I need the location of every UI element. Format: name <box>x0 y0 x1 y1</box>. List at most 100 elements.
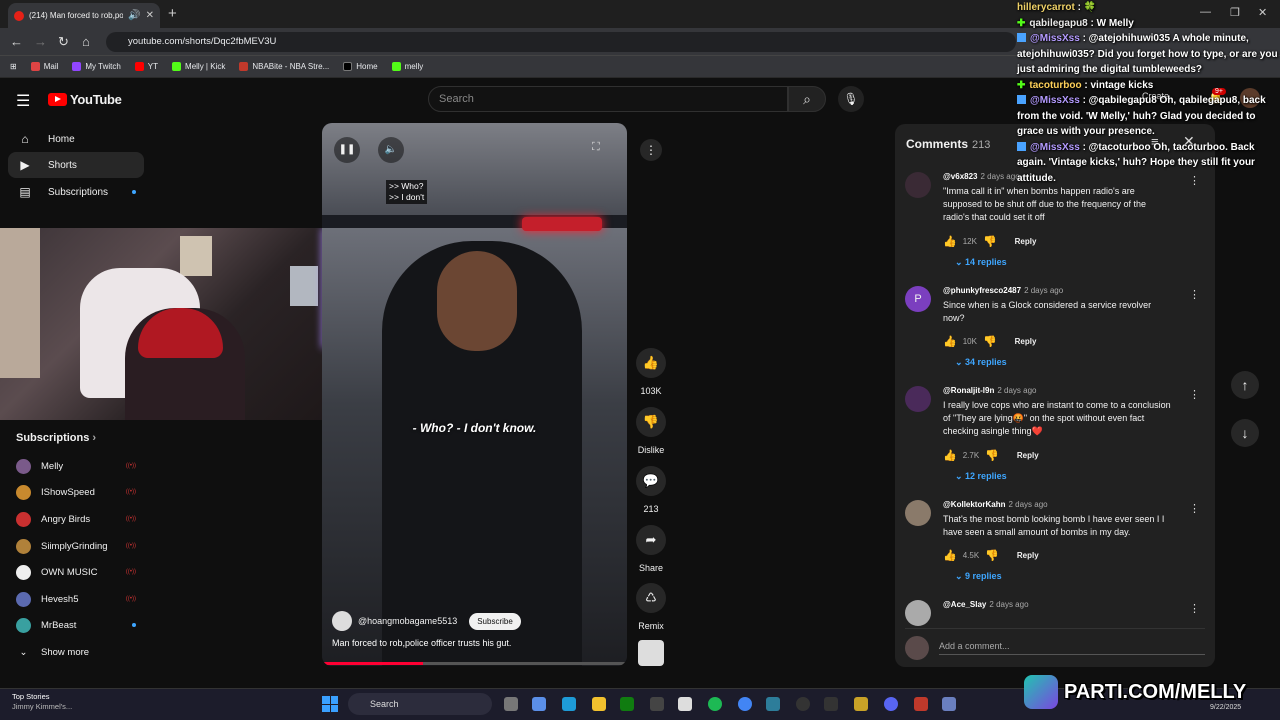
like-icon[interactable]: 👍 <box>943 335 957 348</box>
app-icon[interactable] <box>914 697 928 711</box>
previous-short-button[interactable]: ↑ <box>1231 371 1259 399</box>
bookmark-twitch[interactable]: My Twitch <box>72 62 121 71</box>
comment-author[interactable]: @Ace_Slay <box>943 600 986 609</box>
dislike-icon[interactable]: 👎 <box>983 335 997 348</box>
sidebar-sub-siimplygrinding[interactable]: SiimplyGrinding ((•)) <box>16 535 136 557</box>
dislike-icon[interactable]: 👎 <box>985 449 999 462</box>
reply-button[interactable]: Reply <box>1015 237 1037 246</box>
sound-thumbnail[interactable] <box>638 640 664 666</box>
short-video-player[interactable]: >> Who? >> I don't - Who? - I don't know.… <box>322 123 627 666</box>
obs-icon[interactable] <box>650 697 664 711</box>
share-button[interactable]: ➦ Share <box>636 525 666 573</box>
menu-icon[interactable]: ☰ <box>16 91 30 111</box>
windows-start-icon[interactable] <box>322 696 338 712</box>
terminal-icon[interactable] <box>824 697 838 711</box>
comment-author[interactable]: @Ronaljit-l9n <box>943 386 994 395</box>
home-icon[interactable]: ⌂ <box>82 34 90 49</box>
more-options-icon[interactable]: ⋮ <box>640 139 662 161</box>
avatar[interactable]: P <box>905 286 931 312</box>
file-explorer-icon[interactable] <box>592 697 606 711</box>
comment-author[interactable]: @KollektorKahn <box>943 500 1005 509</box>
bookmark-yt[interactable]: YT <box>134 62 158 71</box>
url-field[interactable]: youtube.com/shorts/Dqc2fbMEV3U <box>106 32 1016 52</box>
copilot-icon[interactable] <box>532 697 546 711</box>
new-tab-icon[interactable]: + <box>168 5 177 22</box>
sidebar-item-home[interactable]: ⌂ Home <box>8 126 144 152</box>
next-short-button[interactable]: ↓ <box>1231 419 1259 447</box>
like-icon[interactable]: 👍 <box>943 549 957 562</box>
youtube-logo[interactable]: YouTube <box>48 92 122 107</box>
avatar[interactable] <box>905 172 931 198</box>
store-icon[interactable] <box>678 697 692 711</box>
fullscreen-icon[interactable]: ⛶ <box>592 141 600 154</box>
volume-icon[interactable]: 🔈 <box>378 137 404 163</box>
sidebar-item-shorts[interactable]: ▶ Shorts <box>8 152 144 178</box>
reply-button[interactable]: Reply <box>1015 337 1037 346</box>
back-icon[interactable]: ← <box>10 34 23 49</box>
task-view-icon[interactable] <box>504 697 518 711</box>
apps-icon[interactable]: ⊞ <box>10 62 17 71</box>
edge-icon[interactable] <box>562 697 576 711</box>
comment-author[interactable]: @phunkyfresco2487 <box>943 286 1021 295</box>
comment-button[interactable]: 💬 213 <box>636 466 666 514</box>
settings-icon[interactable] <box>942 697 956 711</box>
chrome-icon[interactable] <box>738 697 752 711</box>
show-more-button[interactable]: ⌄ Show more <box>16 641 136 663</box>
app-icon[interactable] <box>854 697 868 711</box>
sidebar-sub-melly[interactable]: Melly ((•)) <box>16 455 136 477</box>
sidebar-sub-hevesh5[interactable]: Hevesh5 ((•)) <box>16 588 136 610</box>
replies-toggle[interactable]: ⌄ 14 replies <box>955 257 1007 268</box>
more-options-icon[interactable]: ⋮ <box>1189 388 1200 401</box>
bookmark-mail[interactable]: Mail <box>30 62 58 71</box>
sidebar-sub-mrbeast[interactable]: MrBeast <box>16 614 136 636</box>
bookmark-home[interactable]: Home <box>343 62 378 71</box>
discord-icon[interactable] <box>884 697 898 711</box>
search-input[interactable]: Search <box>428 86 788 112</box>
app-icon[interactable] <box>766 697 780 711</box>
add-comment-input[interactable]: Add a comment... <box>939 641 1205 655</box>
dislike-icon[interactable]: 👎 <box>983 235 997 248</box>
more-options-icon[interactable]: ⋮ <box>1189 602 1200 615</box>
pause-icon[interactable]: ❚❚ <box>334 137 360 163</box>
avatar[interactable] <box>905 600 931 626</box>
subscriptions-header[interactable]: Subscriptions › <box>16 432 96 444</box>
more-options-icon[interactable]: ⋮ <box>1189 502 1200 515</box>
tab-close-icon[interactable]: ✕ <box>146 10 154 21</box>
replies-toggle[interactable]: ⌄ 9 replies <box>955 571 1002 582</box>
media-icon[interactable] <box>796 697 810 711</box>
speaker-icon[interactable]: 🔊 <box>128 10 140 21</box>
search-icon[interactable]: ⌕ <box>788 86 826 112</box>
sidebar-sub-angry-birds[interactable]: Angry Birds ((•)) <box>16 508 136 530</box>
dislike-icon[interactable]: 👎 <box>985 549 999 562</box>
comment-author[interactable]: @v6x823 <box>943 172 978 181</box>
avatar[interactable] <box>332 611 352 631</box>
remix-button[interactable]: ♺ Remix <box>636 583 666 631</box>
sidebar-sub-ishowspeed[interactable]: IShowSpeed ((•)) <box>16 481 136 503</box>
bookmark-melly[interactable]: melly <box>391 62 423 71</box>
reload-icon[interactable]: ↻ <box>58 34 69 50</box>
news-widget[interactable]: Top Stories Jimmy Kimmel's... <box>12 692 72 712</box>
reply-button[interactable]: Reply <box>1017 551 1039 560</box>
dislike-button[interactable]: 👎 Dislike <box>636 407 666 455</box>
video-progress-bar[interactable] <box>322 662 627 665</box>
subscribe-button[interactable]: Subscribe <box>469 612 521 630</box>
avatar[interactable] <box>905 386 931 412</box>
more-options-icon[interactable]: ⋮ <box>1189 288 1200 301</box>
like-button[interactable]: 👍 103K <box>636 348 666 396</box>
taskbar-search[interactable]: Search <box>348 693 492 715</box>
bookmark-kick[interactable]: Melly | Kick <box>172 62 225 71</box>
bookmark-nbabite[interactable]: NBABite - NBA Stre... <box>239 62 329 71</box>
like-icon[interactable]: 👍 <box>943 235 957 248</box>
forward-icon[interactable]: → <box>34 34 47 49</box>
replies-toggle[interactable]: ⌄ 12 replies <box>955 471 1007 482</box>
sidebar-sub-own-music[interactable]: OWN MUSIC ((•)) <box>16 561 136 583</box>
like-icon[interactable]: 👍 <box>943 449 957 462</box>
reply-button[interactable]: Reply <box>1017 451 1039 460</box>
channel-name[interactable]: @hoangmobagame5513 <box>358 616 457 626</box>
mic-icon[interactable]: 🎙 <box>838 86 864 112</box>
xbox-icon[interactable] <box>620 697 634 711</box>
browser-tab[interactable]: (214) Man forced to rob,po 🔊 ✕ <box>8 3 160 28</box>
replies-toggle[interactable]: ⌄ 34 replies <box>955 357 1007 368</box>
avatar[interactable] <box>905 500 931 526</box>
sidebar-item-subscriptions[interactable]: ▤ Subscriptions <box>8 179 144 205</box>
